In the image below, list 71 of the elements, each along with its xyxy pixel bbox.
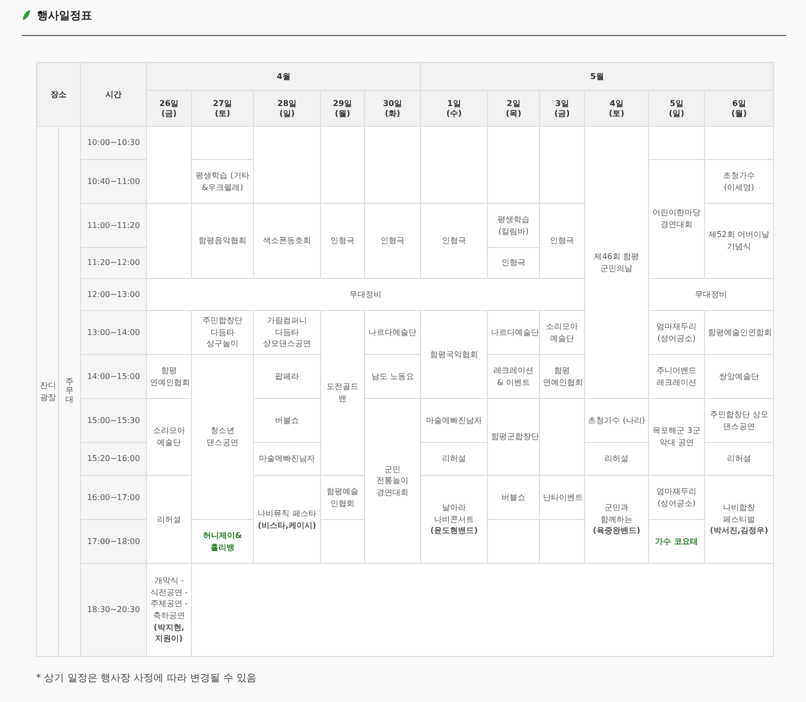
event-cell: 도전골드 밴 <box>320 310 364 476</box>
event-cell: 나비합창 페스티벌 (박서진,김정우) <box>704 476 774 564</box>
event-cell: 어린이한마당 경연대회 <box>648 160 705 278</box>
column-header: 시간 <box>80 62 146 126</box>
day-header: 6일 (월) <box>704 90 774 126</box>
event-cell: 리허설 <box>704 442 774 476</box>
day-header: 26일 (금) <box>146 90 192 126</box>
time-cell: 16:00~17:00 <box>80 476 146 520</box>
event-cell: 버블쇼 <box>488 476 540 520</box>
event-cell: 초청가수 (나리) <box>584 398 649 442</box>
event-cell: 무대정비 <box>648 278 774 310</box>
column-header: 장소 <box>36 62 80 126</box>
event-cell: 제46회 함평 군민의날 <box>584 126 649 398</box>
time-cell: 13:00~14:00 <box>80 310 146 354</box>
leaf-icon <box>22 10 31 21</box>
place-cell: 잔디 광장 <box>36 126 58 656</box>
event-cell: 함평군합창단 <box>488 398 540 476</box>
month-header: 5월 <box>420 62 774 90</box>
event-cell: 레크레이션 & 이벤트 <box>488 354 540 398</box>
event-cell: 제52회 어버이날 기념식 <box>704 204 774 278</box>
page-title: 행사일정표 <box>37 8 92 23</box>
event-cell: 평생학습 (칼림바) <box>488 204 540 248</box>
time-cell: 12:00~13:00 <box>80 278 146 310</box>
time-cell: 15:20~16:00 <box>80 442 146 476</box>
time-cell: 17:00~18:00 <box>80 520 146 564</box>
event-cell: 함평예술인연합회 <box>704 310 774 354</box>
event-cell: 날아라 나비콘서트 (윤도현밴드) <box>420 476 488 564</box>
event-cell: 마술에빠진남자 <box>420 398 488 442</box>
event-cell: 주민합창단 다듬타 상구놀이 <box>192 310 254 354</box>
event-cell: 주니어밴드 레크레이션 <box>648 354 705 398</box>
event-cell: 개막식 - 식전공연 - 주제공연 - 축하공연 (박지현,지원이) <box>146 564 192 656</box>
time-cell: 11:20~12:00 <box>80 248 146 278</box>
time-cell: 14:00~15:00 <box>80 354 146 398</box>
event-cell: 인형극 <box>420 204 488 278</box>
event-cell: 청소년 댄스공연 <box>192 354 254 520</box>
event-cell: 쌍앙예술단 <box>704 354 774 398</box>
event-cell: 색소폰동호회 <box>254 204 320 278</box>
event-cell: 함평음악협회 <box>192 204 254 278</box>
footnote: * 상기 일정은 행사장 사정에 따라 변경될 수 있음 <box>36 672 258 685</box>
stage-cell: 주무대 <box>58 126 80 656</box>
time-cell: 18:30~20:30 <box>80 564 146 656</box>
time-cell: 15:00~15:30 <box>80 398 146 442</box>
event-cell: 나비뮤직 페스타 (비스타,케이시) <box>254 476 320 564</box>
event-cell: 인형극 <box>320 204 364 278</box>
event-cell: 함평 연예인협회 <box>146 354 192 398</box>
event-cell: 군민 전통놀이 경연대회 <box>364 398 421 564</box>
time-cell: 11:00~11:20 <box>80 204 146 248</box>
day-header: 4일 (토) <box>584 90 649 126</box>
event-cell: 초청가수 (이세영) <box>704 160 774 204</box>
event-cell: 나르다예술단 <box>364 310 421 354</box>
event-cell: 가람컴퍼니 다듬타 상모댄스공연 <box>254 310 320 354</box>
time-cell: 10:40~11:00 <box>80 160 146 204</box>
event-cell: 엄마재두리 (성어공소) <box>648 310 705 354</box>
time-cell: 10:00~10:30 <box>80 126 146 160</box>
day-header: 3일 (금) <box>540 90 585 126</box>
day-header: 28일 (일) <box>254 90 320 126</box>
event-cell: 군민과 함께하는 (육중완밴드) <box>584 476 649 564</box>
day-header: 27일 (토) <box>192 90 254 126</box>
event-cell: 난타이벤트 <box>540 476 585 520</box>
event-cell: 엄마재두리 (성어공소) <box>648 476 705 520</box>
day-header: 30일 (화) <box>364 90 421 126</box>
month-header: 4월 <box>146 62 421 90</box>
event-cell: 목포해군 3군 악대 공연 <box>648 398 705 476</box>
day-header: 2일 (목) <box>488 90 540 126</box>
event-cell: 주민합창단 상모 댄스공연 <box>704 398 774 442</box>
event-cell: 나르다예술단 <box>488 310 540 354</box>
event-cell: 함평국악협회 <box>420 310 488 398</box>
event-cell: 인형극 <box>364 204 421 278</box>
day-header: 29일 (월) <box>320 90 364 126</box>
day-header: 1일 (수) <box>420 90 488 126</box>
day-header: 5일 (일) <box>648 90 705 126</box>
